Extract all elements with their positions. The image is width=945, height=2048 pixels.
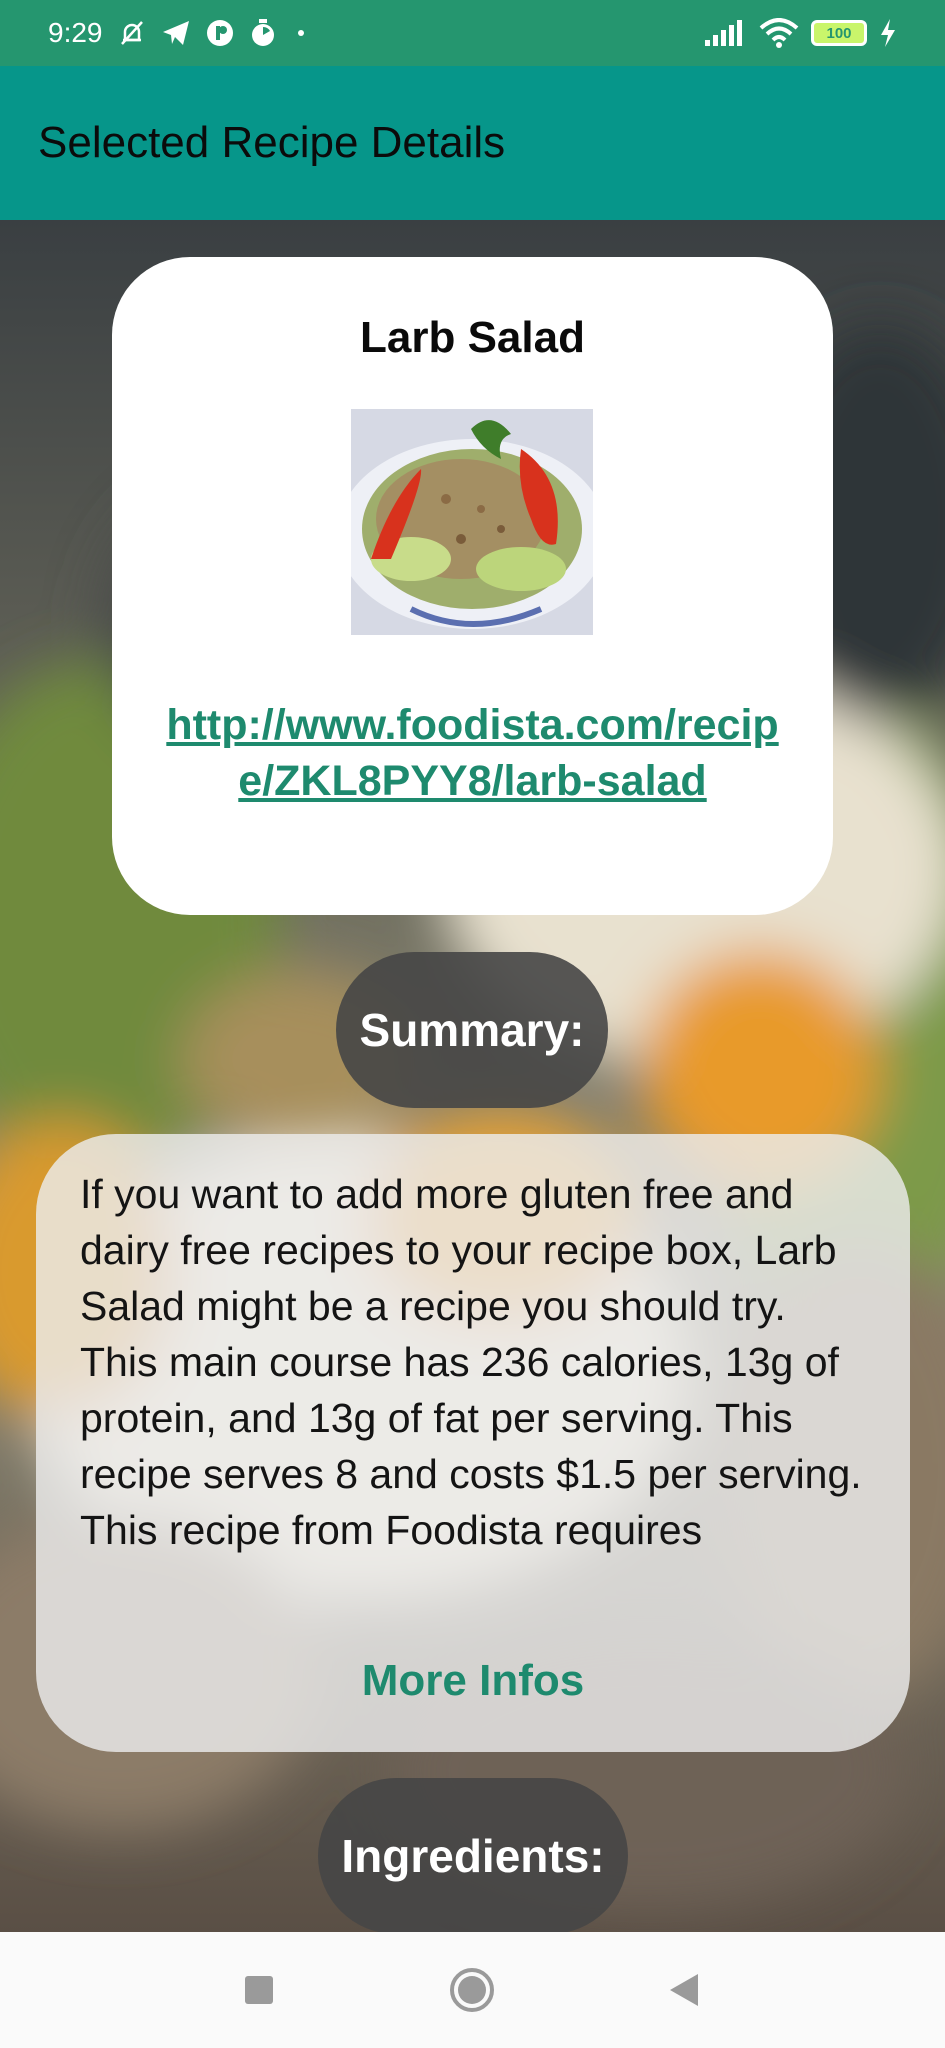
telegram-icon	[161, 19, 191, 47]
home-icon[interactable]	[432, 1950, 512, 2030]
app-icon	[205, 18, 235, 48]
recipe-title: Larb Salad	[360, 313, 585, 362]
status-time: 9:29	[48, 17, 103, 48]
charging-icon	[879, 18, 897, 48]
signal-icon	[703, 20, 747, 46]
status-bar: 9:29 100	[0, 0, 945, 66]
recipe-image	[351, 409, 593, 635]
back-icon[interactable]	[643, 1950, 723, 2030]
recipe-card: Larb Salad http://www.foodista.com/recip…	[112, 257, 833, 915]
summary-label: Summary:	[336, 952, 608, 1108]
app-bar: Selected Recipe Details	[0, 66, 945, 220]
recent-apps-icon[interactable]	[219, 1950, 299, 2030]
mute-icon	[117, 18, 147, 48]
recipe-link[interactable]: http://www.foodista.com/recipe/ZKL8PYY8/…	[152, 697, 793, 809]
screen: 9:29 100 Selected Recipe Details Larb Sa…	[0, 0, 945, 2048]
timer-icon	[249, 18, 277, 48]
summary-box: If you want to add more gluten free and …	[36, 1134, 910, 1752]
dot-icon	[291, 23, 311, 43]
navigation-bar	[0, 1932, 945, 2048]
more-infos-button[interactable]: More Infos	[36, 1656, 910, 1706]
ingredients-label: Ingredients:	[318, 1778, 628, 1934]
wifi-icon	[759, 18, 799, 48]
battery-icon: 100	[811, 20, 867, 46]
page-title: Selected Recipe Details	[38, 118, 506, 167]
summary-text: If you want to add more gluten free and …	[80, 1171, 862, 1553]
